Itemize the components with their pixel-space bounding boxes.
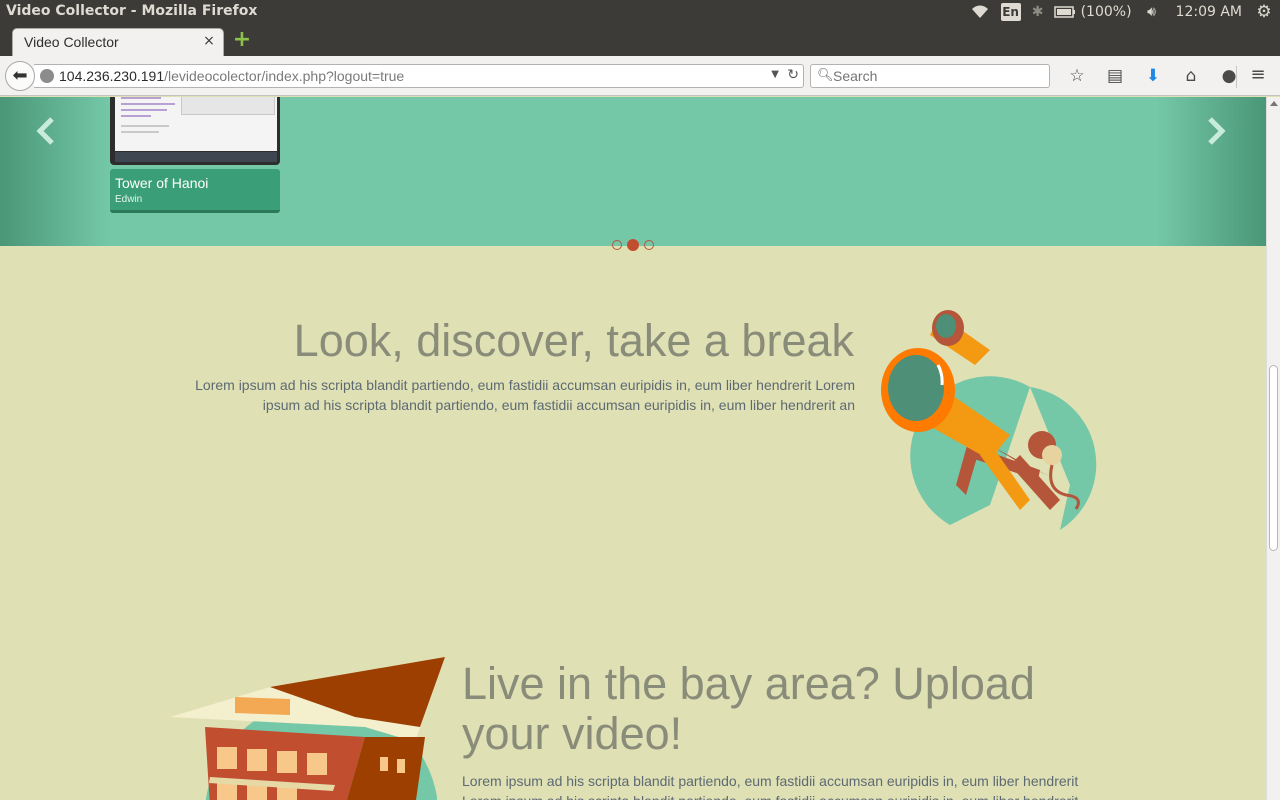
page-viewport: Tower of Hanoi Edwin Look, discover, tak… xyxy=(0,97,1266,800)
building-illustration xyxy=(165,637,455,800)
feature-title-upload: Live in the bay area? Upload your video! xyxy=(462,658,1035,759)
bookmarks-list-icon[interactable]: ▤ xyxy=(1096,64,1134,88)
toolbar-separator xyxy=(1236,66,1237,88)
download-icon[interactable]: ⬇ xyxy=(1134,64,1172,88)
tab-strip: Video Collector × + xyxy=(0,24,1280,56)
volume-icon[interactable]: 🔊︎ xyxy=(1142,0,1162,24)
reload-icon[interactable]: ↻ xyxy=(787,67,799,83)
navigation-toolbar: 104.236.230.191/levideocolector/index.ph… xyxy=(0,56,1280,96)
carousel-next-arrow-icon[interactable] xyxy=(1204,115,1234,155)
carousel-dot[interactable] xyxy=(612,240,622,250)
menu-hamburger-icon[interactable]: ≡ xyxy=(1244,64,1272,88)
url-host: 104.236.230.191 xyxy=(59,68,165,84)
system-tray: En ✱ (100%) 🔊︎ 12:09 AM ⚙ xyxy=(969,0,1280,24)
scrollbar-thumb[interactable] xyxy=(1269,365,1278,551)
search-input[interactable] xyxy=(833,67,1043,85)
browser-tab[interactable]: Video Collector × xyxy=(12,28,224,56)
keyboard-layout-indicator[interactable]: En xyxy=(1000,3,1021,21)
url-history-dropdown-icon[interactable]: ▼ xyxy=(771,69,779,80)
video-author: Edwin xyxy=(115,194,143,205)
video-card[interactable]: Tower of Hanoi Edwin xyxy=(110,97,280,213)
tab-title: Video Collector xyxy=(24,34,119,50)
carousel-prev-arrow-icon[interactable] xyxy=(34,115,64,155)
feature-text-discover: Lorem ipsum ad his scripta blandit parti… xyxy=(195,377,855,413)
chat-icon[interactable]: ● xyxy=(1210,64,1248,88)
thumbnail-taskbar xyxy=(115,152,277,162)
system-gear-icon[interactable]: ⚙ xyxy=(1254,0,1274,24)
search-bar[interactable]: 🔍︎ xyxy=(810,64,1050,88)
video-thumbnail[interactable] xyxy=(110,97,280,165)
thumbnail-screen xyxy=(115,97,277,151)
telescope-illustration xyxy=(870,295,1110,535)
toolbar-icons: ☆ ▤ ⬇ ⌂ ● xyxy=(1058,64,1248,88)
url-path: /levideocolector/index.php?logout=true xyxy=(164,68,405,84)
video-carousel: Tower of Hanoi Edwin xyxy=(0,97,1266,251)
url-text[interactable]: 104.236.230.191/levideocolector/index.ph… xyxy=(59,68,404,84)
clock[interactable]: 12:09 AM xyxy=(1176,0,1242,24)
feature-text-upload: Lorem ipsum ad his scripta blandit parti… xyxy=(462,773,1079,800)
bluetooth-icon[interactable]: ✱ xyxy=(1031,0,1045,24)
video-caption[interactable]: Tower of Hanoi Edwin xyxy=(110,169,280,213)
video-title[interactable]: Tower of Hanoi xyxy=(115,175,208,191)
bookmark-star-icon[interactable]: ☆ xyxy=(1058,64,1096,88)
feature-title-discover: Look, discover, take a break xyxy=(293,315,854,366)
carousel-dot[interactable] xyxy=(644,240,654,250)
os-title-bar: Video Collector - Mozilla Firefox En ✱ (… xyxy=(0,0,1280,24)
back-button[interactable]: ⬅ xyxy=(5,61,35,91)
battery-percentage: (100%) xyxy=(1080,4,1132,20)
scroll-up-arrow-icon[interactable] xyxy=(1270,101,1278,106)
wifi-icon[interactable] xyxy=(969,0,991,24)
battery-icon[interactable] xyxy=(1053,0,1077,24)
window-title: Video Collector - Mozilla Firefox xyxy=(6,3,258,19)
site-identity-globe-icon[interactable] xyxy=(40,69,54,83)
url-bar[interactable]: 104.236.230.191/levideocolector/index.ph… xyxy=(34,64,804,88)
home-icon[interactable]: ⌂ xyxy=(1172,64,1210,88)
carousel-pagination xyxy=(612,239,659,251)
page-scrollbar[interactable] xyxy=(1266,97,1280,800)
tab-close-icon[interactable]: × xyxy=(201,33,217,49)
search-icon: 🔍︎ xyxy=(817,68,834,83)
carousel-dot-active[interactable] xyxy=(627,239,639,251)
new-tab-button[interactable]: + xyxy=(232,29,252,51)
